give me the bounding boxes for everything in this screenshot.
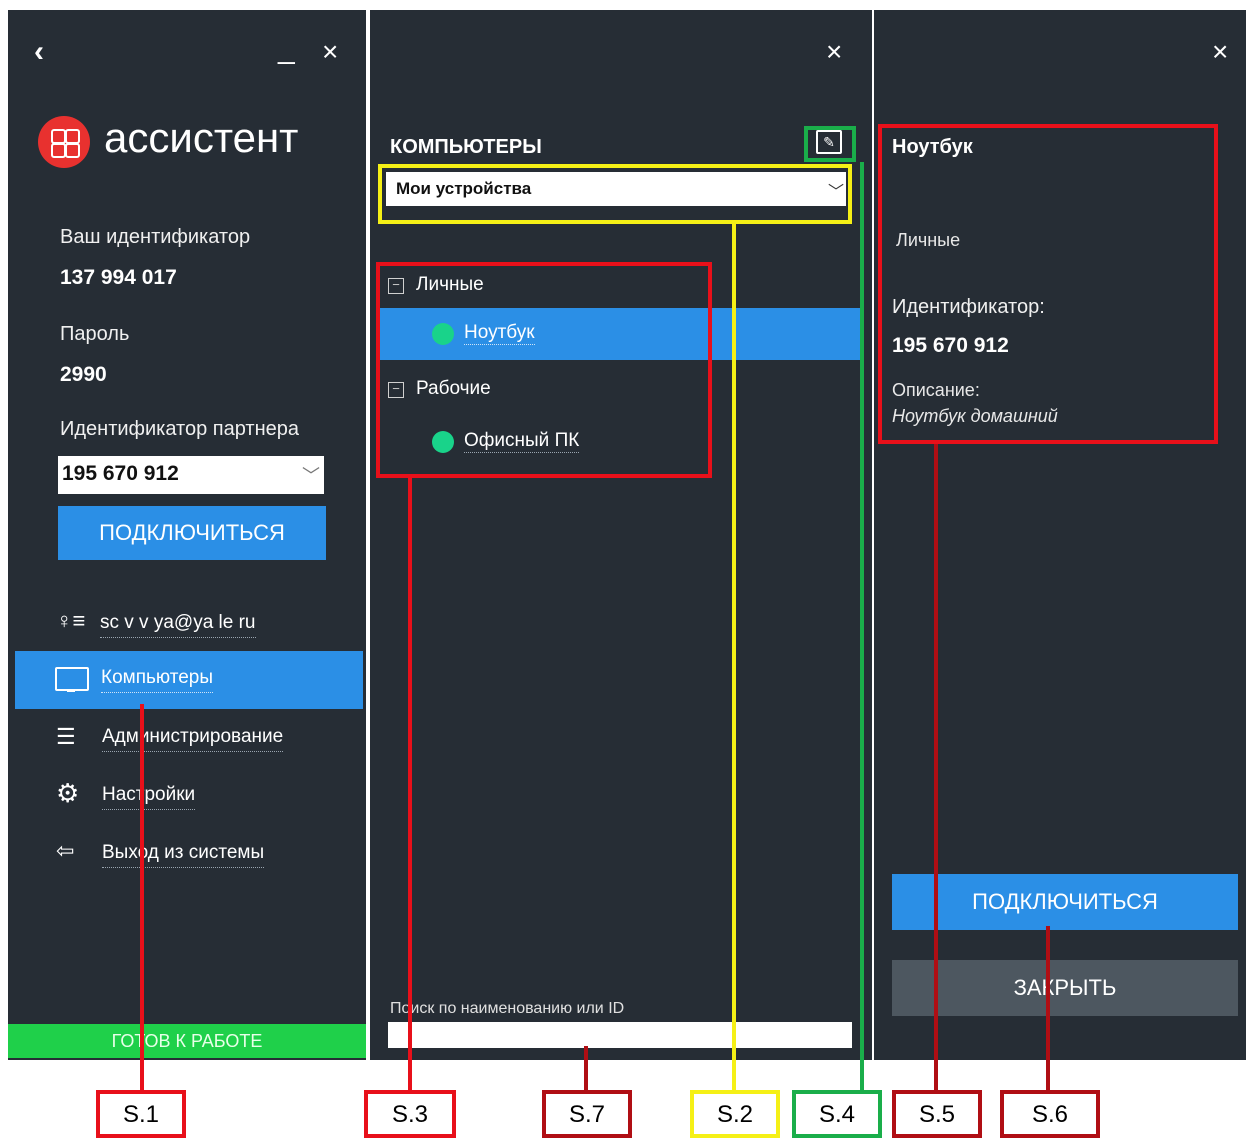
- user-list-icon: ♀≡: [56, 608, 86, 633]
- close-dialog-button[interactable]: ЗАКРЫТЬ: [892, 960, 1238, 1016]
- leader-line-s1: [140, 704, 144, 1090]
- chevron-down-icon[interactable]: ﹀: [302, 462, 320, 488]
- leader-line-s4: [860, 162, 864, 1090]
- monitor-icon: [55, 667, 89, 691]
- main-sidebar-panel: ‹ _ × ассистент Ваш идентификатор 137 99…: [8, 10, 366, 1060]
- menu-label-admin: Администрирование: [102, 726, 284, 752]
- leader-line-s6: [1046, 926, 1050, 1090]
- annotation-label-s2: S.2: [690, 1090, 780, 1138]
- gear-icon: ⚙: [56, 778, 80, 808]
- partner-id-label: Идентификатор партнера: [60, 418, 299, 440]
- back-button[interactable]: ‹: [34, 37, 44, 67]
- leader-line-s3: [408, 478, 412, 1090]
- leader-line-s5: [934, 444, 938, 1090]
- partner-id-input[interactable]: 195 670 912: [62, 462, 179, 486]
- menu-label-settings: Настройки: [102, 784, 196, 810]
- menu-item-account[interactable]: ♀≡ sc v v ya@ya le ru: [56, 606, 356, 642]
- menu-label-computers: Компьютеры: [101, 667, 213, 693]
- close-button[interactable]: ×: [826, 38, 842, 66]
- menu-item-settings[interactable]: ⚙ Настройки: [56, 778, 356, 818]
- annotation-box-s3: [376, 262, 712, 478]
- minimize-button[interactable]: _: [278, 32, 295, 66]
- logo-icon: [38, 116, 90, 168]
- annotation-box-s2: [378, 164, 852, 224]
- menu-item-logout[interactable]: ⇦ Выход из системы: [56, 836, 356, 876]
- password-label: Пароль: [60, 323, 130, 345]
- status-bar: ГОТОВ К РАБОТЕ: [8, 1024, 366, 1058]
- search-input[interactable]: [388, 1022, 852, 1048]
- annotation-box-s5: [878, 124, 1218, 444]
- logo-text: ассистент: [104, 114, 299, 161]
- leader-line-s7: [584, 1046, 588, 1090]
- annotation-label-s6: S.6: [1000, 1090, 1100, 1138]
- connect-button[interactable]: ПОДКЛЮЧИТЬСЯ: [892, 874, 1238, 930]
- annotation-label-s3: S.3: [364, 1090, 456, 1138]
- panel-title: КОМПЬЮТЕРЫ: [390, 136, 542, 158]
- close-button[interactable]: ×: [322, 38, 338, 66]
- annotation-label-s5: S.5: [892, 1090, 982, 1138]
- logout-icon: ⇦: [56, 838, 75, 863]
- annotation-label-s4: S.4: [792, 1090, 882, 1138]
- your-id-label: Ваш идентификатор: [60, 226, 251, 248]
- sliders-icon: ☰: [56, 724, 76, 749]
- annotation-box-s4: [804, 126, 856, 162]
- password-value: 2990: [60, 363, 107, 386]
- account-email[interactable]: sc v v ya@ya le ru: [100, 612, 256, 638]
- close-button[interactable]: ×: [1212, 38, 1228, 66]
- partner-id-combobox[interactable]: 195 670 912 ﹀: [58, 456, 324, 494]
- menu-item-admin[interactable]: ☰ Администрирование: [56, 720, 356, 760]
- menu-label-logout: Выход из системы: [102, 842, 265, 868]
- search-label: Поиск по наименованию или ID: [390, 1000, 625, 1017]
- your-id-value: 137 994 017: [60, 266, 177, 289]
- connect-button[interactable]: ПОДКЛЮЧИТЬСЯ: [58, 506, 326, 560]
- annotation-label-s1: S.1: [96, 1090, 186, 1138]
- annotation-label-s7: S.7: [542, 1090, 632, 1138]
- leader-line-s2: [732, 224, 736, 1090]
- menu-item-computers[interactable]: Компьютеры: [15, 651, 363, 709]
